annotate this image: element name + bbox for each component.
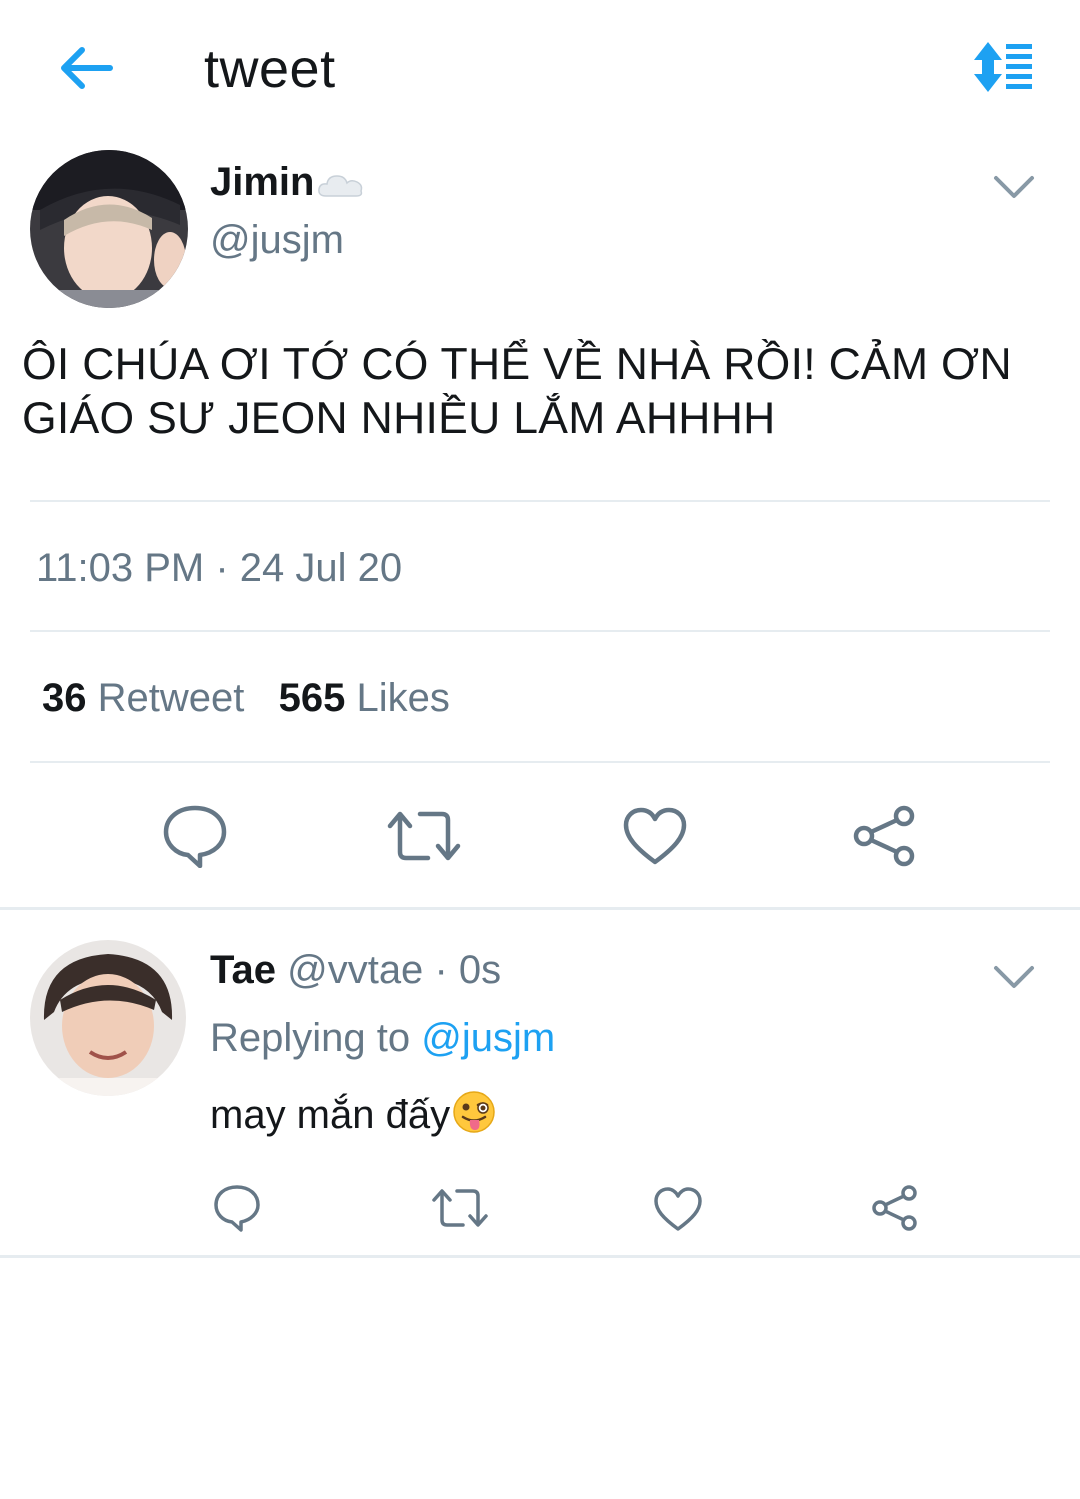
author-avatar[interactable] [30,150,188,308]
retweet-count[interactable]: 36 [42,676,87,720]
tweet-stats: 36 Retweet 565 Likes [42,676,450,721]
reply-author-name[interactable]: Tae [210,948,276,992]
replying-mention[interactable]: @jusjm [421,1016,555,1060]
tweet-text: ÔI CHÚA ƠI TỚ CÓ THỂ VỀ NHÀ RỒI! CẢM ƠN … [22,340,1012,443]
sort-list-icon [974,42,1032,92]
divider [30,630,1050,632]
retweet-icon [432,1189,488,1227]
reply-reply-button[interactable] [213,1184,261,1232]
reply-text: may mắn đấy [210,1093,451,1137]
section-divider [0,907,1080,910]
reply-author-handle[interactable]: @vvtae [287,948,423,992]
like-icon [654,1187,702,1231]
cloud-icon [316,170,366,200]
replying-label: Replying to [210,1016,411,1060]
reply-time: · 0s [434,948,502,992]
share-icon [853,805,915,867]
reply-like-button[interactable] [653,1186,703,1232]
tweet-menu-button[interactable] [990,172,1038,202]
reply-icon [214,1185,260,1232]
divider [30,500,1050,502]
retweet-icon [387,811,461,861]
like-button[interactable] [622,806,688,866]
reply-icon [163,805,227,869]
reply-header: Tae @vvtae · 0s [210,948,501,993]
chevron-down-icon [994,966,1034,988]
page-title: tweet [204,39,336,99]
reply-text-container: may mắn đấy [210,1090,496,1138]
back-button[interactable] [56,44,114,92]
reply-button[interactable] [162,804,228,869]
reply-menu-button[interactable] [990,962,1038,992]
sort-button[interactable] [968,40,1036,94]
replying-to: Replying to @jusjm [210,1016,555,1061]
like-icon [623,807,687,865]
likes-count[interactable]: 565 [279,676,346,720]
retweet-label[interactable]: Retweet [98,676,245,720]
reply-share-button[interactable] [870,1184,920,1232]
reply-author-avatar[interactable] [30,940,186,1096]
reply-retweet-button[interactable] [431,1186,489,1230]
divider [30,761,1050,763]
author-handle[interactable]: @jusjm [210,218,344,263]
likes-label[interactable]: Likes [357,676,450,720]
section-divider [0,1255,1080,1258]
tweet-timestamp: 11:03 PM · 24 Jul 20 [36,546,403,590]
share-button[interactable] [852,804,918,868]
share-icon [872,1185,917,1231]
retweet-button[interactable] [386,808,462,864]
chevron-down-icon [994,176,1034,198]
arrow-left-icon [61,47,113,89]
author-name[interactable]: Jimin [210,160,314,205]
winking-tongue-emoji [452,1090,496,1134]
